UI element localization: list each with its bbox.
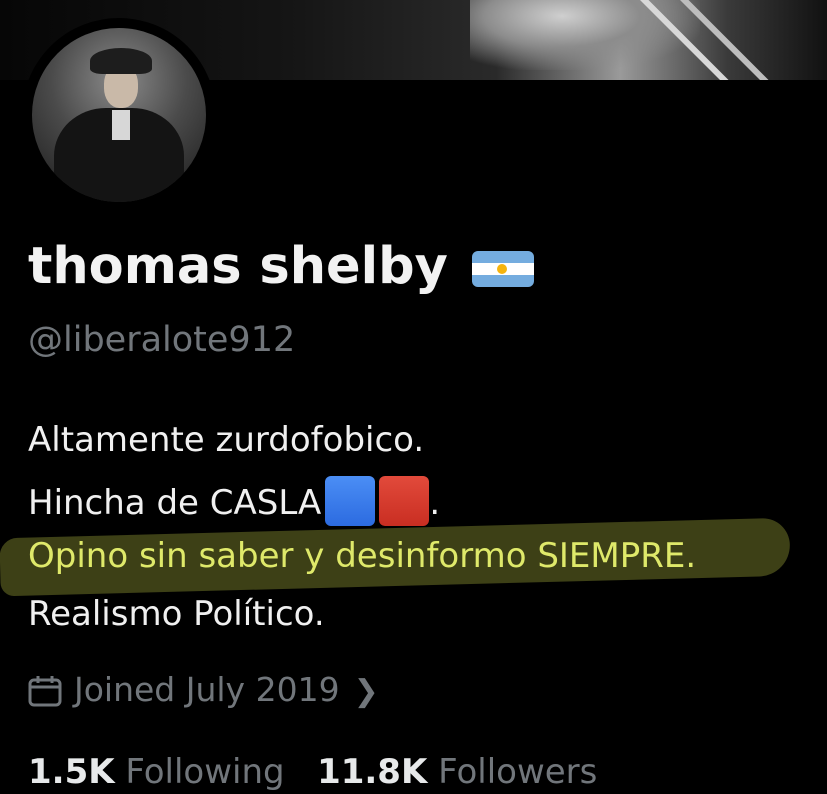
avatar[interactable] — [22, 18, 216, 212]
avatar-shirt — [112, 110, 130, 140]
follow-stats[interactable]: 1.5K Following 11.8K Followers — [28, 750, 597, 794]
avatar-cap — [90, 48, 152, 74]
following-label: Following — [125, 752, 285, 792]
chevron-right-icon: ❯ — [353, 674, 379, 709]
following-count: 1.5K — [28, 752, 115, 792]
user-handle: @liberalote912 — [28, 320, 296, 360]
joined-date[interactable]: Joined July 2019 ❯ — [28, 668, 379, 712]
followers-count: 11.8K — [317, 752, 428, 792]
bio-line-2-text: Hincha de CASLA — [28, 483, 322, 523]
bio-line-3: Opino sin saber y desinformo SIEMPRE. — [28, 536, 697, 576]
banner-photo — [470, 0, 700, 70]
argentina-flag-icon — [472, 251, 534, 287]
bio-line-4: Realismo Político. — [28, 594, 325, 634]
joined-text: Joined July 2019 — [74, 670, 340, 709]
bio-line-1: Altamente zurdofobico. — [28, 420, 425, 460]
red-square-icon — [379, 476, 430, 526]
followers-label: Followers — [438, 752, 598, 792]
calendar-icon — [28, 674, 62, 718]
bio-line-2: Hincha de CASLA. — [28, 476, 440, 526]
avatar-photo — [32, 28, 206, 202]
blue-square-icon — [325, 476, 376, 526]
bio-line-2-end: . — [429, 483, 441, 523]
display-name: thomas shelby — [28, 237, 448, 296]
